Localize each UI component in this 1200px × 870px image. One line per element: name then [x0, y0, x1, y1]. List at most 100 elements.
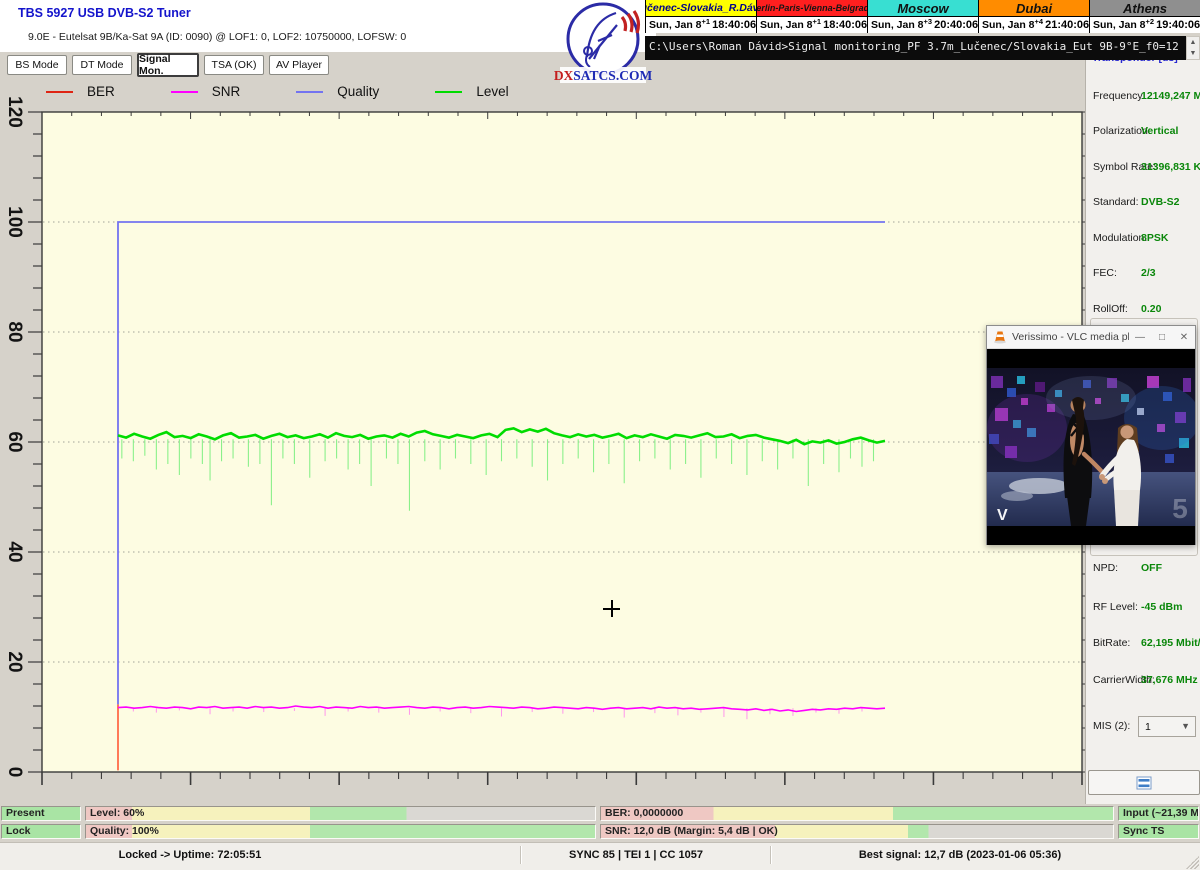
field-carrierwidth-: CarrierWidth:37,676 MHz [1086, 674, 1200, 688]
y-axis-label: 120 [4, 96, 25, 128]
mis-select[interactable]: 1 ▼ [1138, 716, 1196, 737]
scroll-up-icon[interactable]: ▲ [1187, 37, 1199, 48]
legend-item-level: Level [435, 84, 508, 99]
clock-utc-offset: +1 [813, 17, 824, 26]
gauge-snr: SNR: 12,0 dB (Margin: 5,4 dB | OK) [600, 824, 1114, 839]
field-value: 8PSK [1141, 232, 1168, 244]
clock-time-row: Sun, Jan 8+421:40:06 [979, 17, 1089, 33]
y-axis-label: 100 [4, 206, 25, 238]
clock-dubai: DubaiSun, Jan 8+421:40:06 [979, 0, 1090, 33]
field-modulation-: Modulation:8PSK [1086, 232, 1200, 246]
clock-city-label: Moscow [868, 0, 978, 17]
field-label: Frequency: [1093, 90, 1146, 102]
field-value: DVB-S2 [1141, 196, 1180, 208]
resize-grip[interactable] [1186, 856, 1199, 869]
field-polarization-: Polarization:Vertical [1086, 125, 1200, 139]
gauge-level: Level: 60% [85, 806, 596, 821]
field-label: RF Level: [1093, 601, 1138, 613]
field-label: Standard: [1093, 196, 1139, 208]
vlc-titlebar[interactable]: Verissimo - VLC media player — □ ✕ [987, 326, 1195, 349]
clock-moscow: MoscowSun, Jan 8+320:40:06 [868, 0, 979, 33]
clock-utc-offset: +1 [702, 17, 713, 26]
command-prompt[interactable]: C:\Users\Roman Dávid>Signal monitoring_P… [645, 36, 1186, 60]
tab-av-player[interactable]: AV Player [269, 55, 329, 75]
logo-text: DXSATCS.COM [554, 68, 652, 83]
mis-row: MIS (2): 1 ▼ [1086, 716, 1200, 738]
constellation-button[interactable] [1088, 770, 1200, 795]
status-separator [770, 846, 771, 864]
legend-label: Level [476, 84, 508, 99]
y-axis-label: 0 [4, 767, 25, 778]
mode-tabs: BS ModeDT ModeSignal Mon.TSA (OK)AV Play… [7, 55, 329, 77]
vlc-window[interactable]: Verissimo - VLC media player — □ ✕ [986, 325, 1196, 545]
status-sync: SYNC 85 | TEI 1 | CC 1057 [569, 849, 703, 861]
legend-item-ber: BER [46, 84, 115, 99]
status-uptime: Locked -> Uptime: 72:05:51 [119, 849, 262, 861]
chart-legend: BER SNR Quality Level [46, 84, 565, 99]
clock-time-row: Sun, Jan 8+118:40:06 [646, 17, 756, 33]
tv-studio-scene: V 5 [987, 368, 1195, 526]
gauge-lock: Lock [1, 824, 81, 839]
legend-swatch [296, 91, 323, 93]
clock-time: 18:40:06 [712, 19, 756, 31]
clock-time-row: Sun, Jan 8+320:40:06 [868, 17, 978, 33]
clock-city-label: Athens [1090, 0, 1200, 17]
clock-date: Sun, Jan 8 [982, 19, 1035, 31]
clock-time: 21:40:06 [1045, 19, 1089, 31]
field-value: 31396,831 KS/s [1141, 161, 1200, 173]
status-best-signal: Best signal: 12,7 dB (2023-01-06 05:36) [859, 849, 1061, 861]
field-label: Modulation: [1093, 232, 1147, 244]
clock-time-row: Sun, Jan 8+118:40:06 [757, 17, 867, 33]
field-standard-: Standard:DVB-S2 [1086, 196, 1200, 210]
vlc-video: V 5 [987, 349, 1195, 545]
scroll-down-icon[interactable]: ▼ [1187, 48, 1199, 59]
maximize-button[interactable]: □ [1151, 332, 1173, 343]
field-value: OFF [1141, 562, 1162, 574]
field-label: BitRate: [1093, 637, 1130, 649]
channel5-watermark: 5 [1172, 493, 1188, 524]
tab-dt-mode[interactable]: DT Mode [72, 55, 132, 75]
clock-athens: AthensSun, Jan 8+219:40:06 [1090, 0, 1200, 33]
clock-utc-offset: +4 [1035, 17, 1046, 26]
close-button[interactable]: ✕ [1173, 332, 1195, 343]
clock-time-row: Sun, Jan 8+219:40:06 [1090, 17, 1200, 33]
tab-tsa-ok-[interactable]: TSA (OK) [204, 55, 264, 75]
mis-label: MIS (2): [1093, 720, 1130, 732]
field-frequency-: Frequency:12149,247 MHz [1086, 90, 1200, 104]
gauge-input-21-39-mbps-: Input (~21,39 Mbps) [1118, 806, 1199, 821]
world-clocks: Lučenec-Slovakia_R.DávidSun, Jan 8+118:4… [645, 0, 1200, 33]
field-npd-: NPD: OFF [1086, 562, 1200, 576]
field-rolloff-: RollOff:0.20 [1086, 303, 1200, 317]
tab-bs-mode[interactable]: BS Mode [7, 55, 67, 75]
field-fec-: FEC:2/3 [1086, 267, 1200, 281]
status-separator [520, 846, 521, 864]
field-value: -45 dBm [1141, 601, 1182, 613]
clock-berlin-paris-vienna-belgrade: Berlin-Paris-Vienna-BelgradeSun, Jan 8+1… [757, 0, 868, 33]
vlc-cone-icon [993, 330, 1007, 344]
app-window: TBS 5927 USB DVB-S2 Tuner 9.0E - Eutelsa… [0, 0, 1200, 870]
gauge-sync-ts: Sync TS [1118, 824, 1199, 839]
legend-swatch [46, 91, 73, 93]
field-label: NPD: [1093, 562, 1118, 574]
legend-label: BER [87, 84, 115, 99]
clock-date: Sun, Jan 8 [1093, 19, 1146, 31]
tuner-title: TBS 5927 USB DVB-S2 Tuner [18, 6, 191, 20]
layers-icon [1136, 776, 1152, 790]
field-value: 12149,247 MHz [1141, 90, 1200, 102]
legend-label: SNR [212, 84, 241, 99]
legend-label: Quality [337, 84, 379, 99]
tab-signal-mon-[interactable]: Signal Mon. [137, 53, 199, 77]
field-value: 62,195 Mbit/s [1141, 637, 1200, 649]
clock-city-label: Berlin-Paris-Vienna-Belgrade [757, 0, 867, 17]
field-label: FEC: [1093, 267, 1117, 279]
y-axis-label: 80 [4, 321, 25, 342]
clock-time: 20:40:06 [934, 19, 978, 31]
field-symbol-rate-: Symbol Rate:31396,831 KS/s [1086, 161, 1200, 175]
legend-item-snr: SNR [171, 84, 241, 99]
signal-chart: BERSNRQualityLevel 020406080100120 [0, 75, 1085, 804]
minimize-button[interactable]: — [1129, 332, 1151, 343]
field-bitrate-: BitRate: 62,195 Mbit/s [1086, 637, 1200, 651]
dxsatcs-logo: DXSATCS.COM [554, 1, 652, 85]
gauge-ber: BER: 0,0000000 [600, 806, 1114, 821]
cmd-scrollbar[interactable]: ▲ ▼ [1186, 36, 1200, 60]
